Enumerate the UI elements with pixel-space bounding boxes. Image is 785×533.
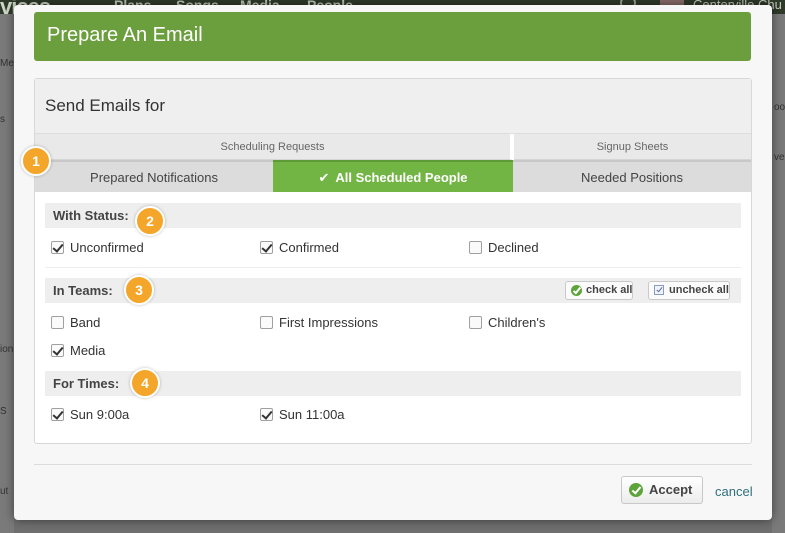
checkbox-label: Sun 11:00a: [279, 407, 345, 422]
uncheck-all-label: uncheck all: [669, 284, 729, 296]
checkbox-label: First Impressions: [279, 315, 378, 330]
checkbox-box[interactable]: [260, 316, 273, 329]
checkbox-box[interactable]: [260, 241, 273, 254]
checkbox-box[interactable]: [51, 344, 64, 357]
divider: [45, 267, 741, 268]
checkbox-label: Media: [70, 343, 106, 358]
modal-title: Prepare An Email: [47, 24, 203, 46]
checkbox-box[interactable]: [260, 408, 273, 421]
accept-label: Accept: [649, 482, 693, 497]
callout-badge-2: 2: [135, 206, 165, 236]
tab-needed-positions[interactable]: Needed Positions: [513, 160, 751, 192]
bg-fragment: s: [0, 114, 5, 125]
email-modal: Prepare An Email Send Emails for Schedul…: [14, 5, 772, 520]
checkmark-icon: ✔: [318, 170, 330, 185]
panel-header: Send Emails for: [35, 79, 751, 134]
checkbox-label: Confirmed: [279, 240, 339, 255]
tab-all-scheduled-people[interactable]: ✔ All Scheduled People: [273, 160, 513, 192]
bg-fragment: ut: [0, 486, 9, 497]
check-all-button[interactable]: check all: [565, 281, 634, 300]
background-right-panel: oo ve: [772, 14, 785, 533]
callout-badge-1: 1: [21, 146, 51, 176]
check-all-label: check all: [586, 284, 633, 296]
checkbox-label: Declined: [488, 240, 539, 255]
panel-title: Send Emails for: [45, 96, 165, 115]
check-circle-icon: [629, 483, 643, 497]
checkbox-label: Band: [70, 315, 101, 330]
checkbox-box[interactable]: [469, 241, 482, 254]
tab-label: All Scheduled People: [335, 170, 468, 185]
accept-button[interactable]: Accept: [621, 476, 703, 504]
bg-fragment: ion: [0, 344, 14, 355]
bg-fragment: Me: [0, 58, 14, 69]
bg-fragment: ve: [774, 152, 785, 163]
checkbox-box[interactable]: [51, 316, 64, 329]
uncheck-all-button[interactable]: uncheck all: [648, 281, 730, 300]
check-circle-icon: [571, 285, 582, 296]
callout-badge-3: 3: [124, 275, 154, 305]
group-signup-sheets: Signup Sheets: [514, 134, 751, 160]
callout-badge-4: 4: [130, 368, 160, 398]
checkbox-label: Unconfirmed: [70, 240, 144, 255]
tab-prepared-notifications[interactable]: Prepared Notifications: [35, 160, 273, 192]
background-left-panel: Me s ion S ut: [0, 14, 14, 533]
modal-header: Prepare An Email: [34, 12, 751, 61]
checkbox-icon: [654, 285, 664, 295]
checkbox-box[interactable]: [469, 316, 482, 329]
checkbox-box[interactable]: [51, 408, 64, 421]
bg-fragment: oo: [774, 102, 785, 113]
checkbox-label: Sun 9:00a: [70, 407, 130, 422]
group-scheduling-requests: Scheduling Requests: [35, 134, 512, 160]
checkbox-box[interactable]: [51, 241, 64, 254]
bg-fragment: S: [0, 406, 7, 417]
footer-divider: [34, 464, 752, 465]
teams-heading-label: In Teams:: [53, 283, 113, 298]
checkbox-label: Children's: [488, 315, 546, 330]
cancel-link[interactable]: cancel: [715, 484, 753, 499]
